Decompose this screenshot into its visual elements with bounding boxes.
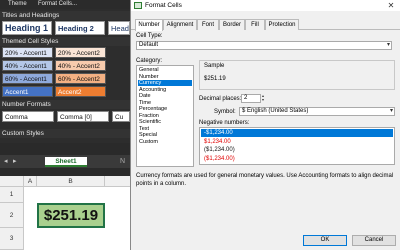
cell-type-value: Default — [139, 42, 159, 48]
decimal-places-input[interactable]: 2 — [241, 94, 261, 103]
symbol-value: $ English (United States) — [242, 108, 309, 114]
tab-nav-prev-icon[interactable]: ◂ — [4, 157, 8, 167]
column-header-a[interactable]: A — [24, 176, 37, 187]
negative-numbers-list[interactable]: -$1,234.00 $1,234.00 ($1,234.00) ($1,234.00… — [199, 127, 395, 165]
ok-button[interactable]: OK — [303, 235, 347, 246]
row-header-1[interactable]: 1 — [0, 187, 24, 203]
themed-style-chip[interactable]: 60% - Accent1 — [2, 73, 53, 84]
dialog-title: Format Cells — [145, 2, 182, 9]
decimal-places-label: Decimal places: — [199, 96, 242, 102]
style-comma[interactable]: Comma — [2, 111, 54, 122]
themed-style-chip[interactable]: 40% - Accent1 — [2, 60, 53, 71]
symbol-select[interactable]: $ English (United States) ▾ — [239, 107, 395, 116]
category-item[interactable]: Number — [138, 74, 192, 80]
titles-headings-section: Titles and Headings — [0, 11, 130, 20]
themed-styles-section: Themed Cell Styles — [0, 37, 130, 46]
negative-format-item[interactable]: -$1,234.00 — [201, 129, 393, 137]
themed-style-chip[interactable]: 60% - Accent2 — [55, 73, 106, 84]
sheet-tab[interactable]: Sheet1 — [45, 157, 87, 167]
cancel-button[interactable]: Cancel — [352, 235, 396, 246]
category-item[interactable]: General — [138, 67, 192, 73]
dialog-titlebar: Format Cells — [131, 0, 400, 11]
style-heading2[interactable]: Heading 2 — [55, 21, 105, 35]
category-item[interactable]: Accounting — [138, 87, 192, 93]
cell-styles-panel: Titles and Headings Heading 1 Heading 2 … — [0, 9, 130, 143]
format-description: Currency formats are used for general mo… — [136, 173, 394, 187]
negative-numbers-label: Negative numbers: — [199, 120, 250, 126]
sample-box — [199, 60, 395, 90]
category-item[interactable]: Text — [138, 126, 192, 132]
corner-cell[interactable] — [0, 176, 24, 187]
tab-number[interactable]: Number — [135, 19, 163, 31]
custom-styles-section: Custom Styles — [0, 129, 130, 138]
tab-protection[interactable]: Protection — [265, 19, 299, 30]
style-heading3[interactable]: Head — [108, 21, 130, 35]
category-item[interactable]: Custom — [138, 139, 192, 145]
tab-side-label: N — [120, 158, 126, 165]
negative-format-item[interactable]: ($1,234.00) — [201, 155, 393, 163]
category-list[interactable]: General Number Currency Accounting Date Time P… — [136, 65, 194, 167]
category-item[interactable]: Date — [138, 93, 192, 99]
tab-alignment[interactable]: Alignment — [163, 19, 197, 30]
spreadsheet-icon — [134, 2, 142, 9]
sample-value: $251.19 — [204, 76, 226, 82]
category-item[interactable]: Special — [138, 132, 192, 138]
cell-b2[interactable]: $251.19 — [37, 203, 105, 228]
chevron-down-icon: ▾ — [386, 42, 390, 48]
style-heading1[interactable]: Heading 1 — [2, 21, 52, 35]
category-item[interactable]: Scientific — [138, 119, 192, 125]
style-currency[interactable]: Cu — [112, 111, 130, 122]
tab-nav-next-icon[interactable]: ▸ — [13, 157, 17, 167]
themed-style-chip[interactable]: Accent1 — [2, 86, 53, 97]
row-header-3[interactable]: 3 — [0, 228, 24, 250]
tab-fill[interactable]: Fill — [245, 19, 265, 30]
category-item[interactable]: Percentage — [138, 106, 192, 112]
category-item[interactable]: Fraction — [138, 113, 192, 119]
cell-type-label: Cell Type: — [136, 33, 163, 39]
decimal-spinner[interactable]: ▴ ▾ — [262, 94, 267, 103]
negative-format-item[interactable]: $1,234.00 — [201, 138, 393, 146]
themed-style-chip[interactable]: 40% - Accent2 — [55, 60, 106, 71]
column-header-b[interactable]: B — [37, 176, 105, 187]
close-button[interactable]: ✕ — [385, 1, 397, 10]
symbol-label: Symbol: — [214, 109, 236, 115]
sample-label: Sample — [204, 63, 225, 69]
category-item[interactable]: Currency — [138, 80, 192, 86]
themed-style-chip[interactable]: Accent2 — [55, 86, 106, 97]
themed-style-chip[interactable]: 20% - Accent1 — [2, 47, 53, 58]
category-item[interactable]: Time — [138, 100, 192, 106]
themed-style-chip[interactable]: 20% - Accent2 — [55, 47, 106, 58]
tab-font[interactable]: Font — [197, 19, 219, 30]
category-label: Category: — [136, 58, 163, 64]
style-comma0[interactable]: Comma [0] — [57, 111, 109, 122]
menu-format-cells[interactable]: Format Cells... — [38, 0, 77, 9]
format-cells-dialog: Format Cells ✕ Number Alignment Font Bor… — [130, 0, 400, 250]
row-header-2[interactable]: 2 — [0, 203, 24, 228]
chevron-down-icon: ▾ — [389, 108, 393, 114]
cell-type-select[interactable]: Default ▾ — [136, 41, 392, 50]
menu-theme[interactable]: Theme — [8, 0, 27, 9]
number-formats-section: Number Formats — [0, 100, 130, 109]
tab-border[interactable]: Border — [219, 19, 245, 30]
negative-format-item[interactable]: ($1,234.00) — [201, 146, 393, 154]
